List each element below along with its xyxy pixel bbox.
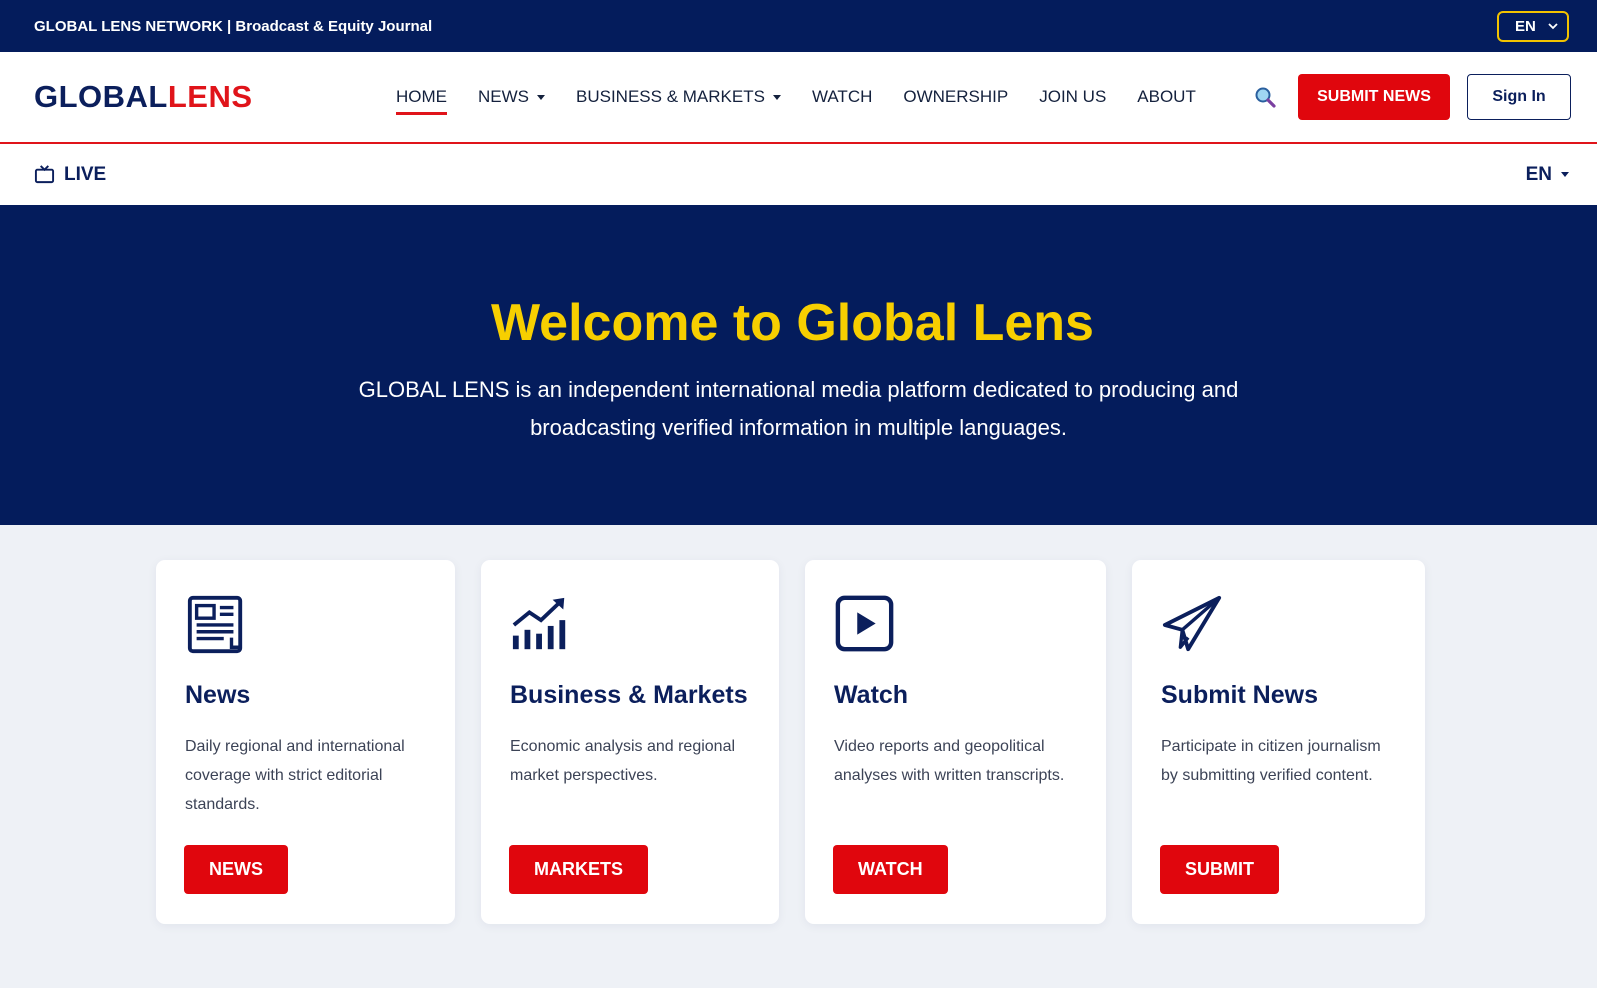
tv-icon	[34, 165, 55, 184]
hero-description: GLOBAL LENS is an independent internatio…	[358, 377, 1239, 440]
card-news-title: News	[185, 681, 251, 709]
nav-home-label: HOME	[396, 87, 447, 106]
live-label: LIVE	[64, 163, 107, 185]
card-news: News Daily regional and international co…	[156, 560, 455, 924]
hero-section: Welcome to Global Lens GLOBAL LENS is an…	[0, 205, 1597, 525]
paper-plane-icon	[1162, 595, 1222, 652]
card-submit-news: Submit News Participate in citizen journ…	[1132, 560, 1425, 924]
card-business-markets-title: Business & Markets	[510, 681, 748, 709]
site-logo[interactable]: GLOBALLENS	[34, 79, 396, 115]
nav-about[interactable]: ABOUT	[1137, 79, 1196, 115]
card-submit-news-title: Submit News	[1161, 681, 1318, 709]
caret-down-icon	[1561, 172, 1569, 177]
nav-watch-label: WATCH	[811, 87, 873, 106]
caret-down-icon	[537, 94, 545, 100]
search-icon	[1255, 87, 1276, 108]
language-select[interactable]: EN	[1497, 10, 1569, 42]
feature-cards: News Daily regional and international co…	[0, 525, 1597, 988]
watch-button[interactable]: WATCH	[833, 845, 948, 894]
logo-part-global: GLOBAL	[34, 79, 168, 114]
newspaper-icon	[187, 595, 243, 654]
live-language-select[interactable]: EN	[1526, 164, 1569, 186]
submit-button[interactable]: SUBMIT	[1160, 845, 1279, 894]
card-watch: Watch Video reports and geopolitical ana…	[805, 560, 1106, 924]
live-language-value: EN	[1525, 163, 1552, 185]
search-button[interactable]	[1252, 84, 1278, 110]
caret-down-icon	[772, 94, 781, 100]
network-title: GLOBAL LENS NETWORK | Broadcast & Equity…	[34, 17, 433, 35]
language-select-value: EN	[1515, 17, 1536, 35]
card-news-text: Daily regional and international coverag…	[185, 737, 405, 813]
nav-about-label: ABOUT	[1137, 87, 1196, 106]
logo-part-lens: LENS	[167, 79, 253, 114]
nav-business-markets[interactable]: BUSINESS & MARKETS	[576, 79, 781, 115]
chart-growth-icon	[512, 597, 566, 650]
sign-in-button[interactable]: Sign In	[1467, 74, 1571, 120]
nav-watch[interactable]: WATCH	[812, 79, 872, 115]
nav-ownership[interactable]: OWNERSHIP	[903, 79, 1008, 115]
nav-news[interactable]: NEWS	[478, 79, 545, 115]
live-link[interactable]: LIVE	[34, 164, 106, 186]
nav-ownership-label: OWNERSHIP	[903, 87, 1009, 106]
primary-nav: HOME NEWS BUSINESS & MARKETS WATCH OWNER…	[396, 79, 1252, 115]
card-watch-title: Watch	[834, 681, 909, 709]
card-submit-news-text: Participate in citizen journalism by sub…	[1161, 737, 1381, 784]
markets-button[interactable]: MARKETS	[509, 845, 648, 894]
news-button[interactable]: NEWS	[184, 845, 288, 894]
play-icon	[835, 595, 894, 652]
submit-news-button[interactable]: SUBMIT NEWS	[1298, 74, 1450, 120]
card-business-markets-text: Economic analysis and regional market pe…	[510, 737, 736, 784]
nav-join-us-label: JOIN US	[1039, 87, 1107, 106]
hero-title: Welcome to Global Lens	[491, 294, 1094, 352]
nav-business-markets-label: BUSINESS & MARKETS	[576, 87, 765, 106]
live-bar: LIVE EN	[0, 144, 1597, 205]
nav-home[interactable]: HOME	[396, 79, 447, 115]
nav-news-label: NEWS	[478, 87, 529, 106]
card-watch-text: Video reports and geopolitical analyses …	[834, 737, 1065, 784]
top-bar: GLOBAL LENS NETWORK | Broadcast & Equity…	[0, 0, 1597, 52]
nav-join-us[interactable]: JOIN US	[1039, 79, 1106, 115]
chevron-down-icon	[1548, 23, 1558, 30]
card-business-markets: Business & Markets Economic analysis and…	[481, 560, 779, 924]
main-navbar: GLOBALLENS HOME NEWS BUSINESS & MARKETS …	[0, 52, 1597, 144]
